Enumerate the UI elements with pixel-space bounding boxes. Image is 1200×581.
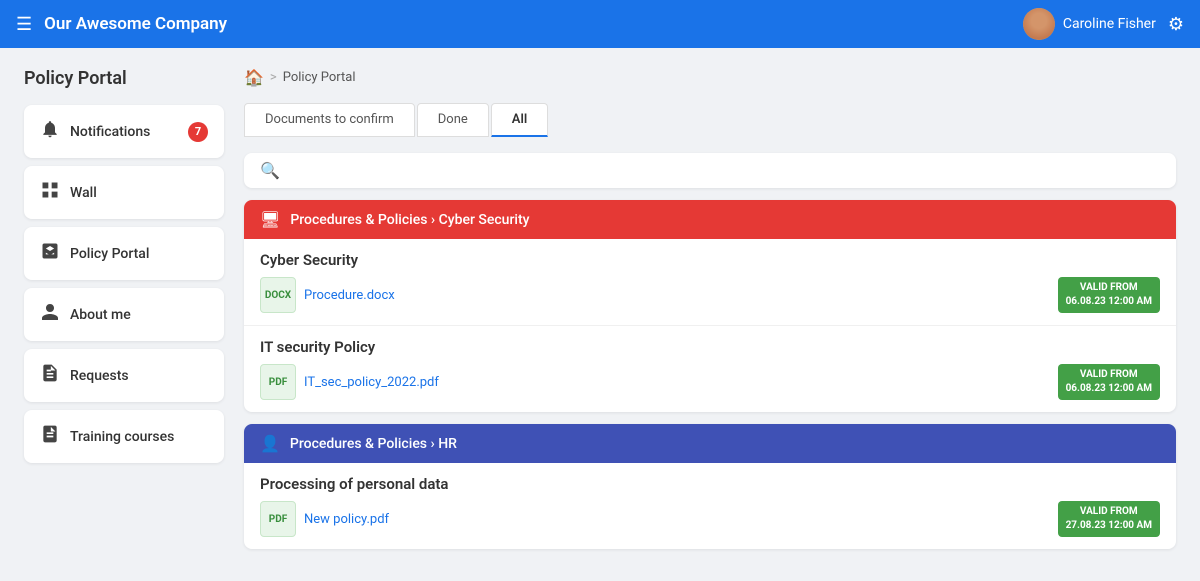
procedure-valid-badge: VALID FROM06.08.23 12:00 AM (1058, 277, 1160, 313)
main-container: Policy Portal Notifications 7 Wall Polic… (0, 48, 1200, 581)
breadcrumb-home-icon[interactable]: 🏠 (244, 68, 264, 87)
training-courses-label: Training courses (70, 429, 174, 445)
page-title: Policy Portal (24, 68, 224, 89)
policy-portal-label: Policy Portal (70, 246, 149, 262)
person-icon (40, 302, 60, 327)
hr-breadcrumb: Procedures & Policies › HR (290, 436, 457, 452)
hr-header-icon: 👤 (260, 434, 280, 453)
user-profile[interactable]: Caroline Fisher (1023, 8, 1156, 40)
notifications-label: Notifications (70, 124, 150, 140)
cyber-security-header-icon: 🖥 (260, 210, 280, 229)
it-security-file-row: PDF IT_sec_policy_2022.pdf VALID FROM06.… (260, 364, 1160, 400)
it-security-file-link[interactable]: IT_sec_policy_2022.pdf (304, 375, 439, 390)
personal-data-file-info: PDF New policy.pdf (260, 501, 389, 537)
content-area: 🏠 > Policy Portal Documents to confirm D… (244, 68, 1176, 561)
bell-icon (40, 119, 60, 144)
sidebar-item-training-courses[interactable]: Training courses (24, 410, 224, 463)
personal-data-item: Processing of personal data PDF New poli… (244, 463, 1176, 549)
it-security-file-info: PDF IT_sec_policy_2022.pdf (260, 364, 439, 400)
navbar-left: ☰ Our Awesome Company (16, 14, 227, 35)
it-security-item: IT security Policy PDF IT_sec_policy_202… (244, 326, 1176, 412)
notifications-badge: 7 (188, 122, 208, 142)
new-policy-file-link[interactable]: New policy.pdf (304, 512, 389, 527)
wall-label: Wall (70, 185, 97, 201)
breadcrumb: 🏠 > Policy Portal (244, 68, 1176, 87)
cyber-security-breadcrumb: Procedures & Policies › Cyber Security (290, 212, 529, 228)
user-name: Caroline Fisher (1063, 16, 1156, 32)
hr-section: 👤 Procedures & Policies › HR Processing … (244, 424, 1176, 549)
tab-done[interactable]: Done (417, 103, 489, 137)
requests-icon (40, 363, 60, 388)
search-icon: 🔍 (260, 161, 280, 180)
hr-header: 👤 Procedures & Policies › HR (244, 424, 1176, 463)
sidebar-item-wall[interactable]: Wall (24, 166, 224, 219)
cyber-security-section: 🖥 Procedures & Policies › Cyber Security… (244, 200, 1176, 412)
personal-data-file-row: PDF New policy.pdf VALID FROM27.08.23 12… (260, 501, 1160, 537)
breadcrumb-separator: > (270, 70, 277, 85)
tab-documents-to-confirm[interactable]: Documents to confirm (244, 103, 415, 137)
sidebar-item-policy-portal[interactable]: Policy Portal (24, 227, 224, 280)
procedure-file-link[interactable]: Procedure.docx (304, 288, 395, 303)
sidebar-item-about-me[interactable]: About me (24, 288, 224, 341)
it-security-title: IT security Policy (260, 338, 1160, 356)
avatar-image (1023, 8, 1055, 40)
tab-all[interactable]: All (491, 103, 548, 137)
new-policy-valid-badge: VALID FROM27.08.23 12:00 AM (1058, 501, 1160, 537)
cyber-security-title: Cyber Security (260, 251, 1160, 269)
sidebar-item-requests[interactable]: Requests (24, 349, 224, 402)
avatar (1023, 8, 1055, 40)
procedure-file-info: DOCX Procedure.docx (260, 277, 395, 313)
it-security-valid-badge: VALID FROM06.08.23 12:00 AM (1058, 364, 1160, 400)
pdf-icon-1: PDF (260, 364, 296, 400)
procedure-file-row: DOCX Procedure.docx VALID FROM06.08.23 1… (260, 277, 1160, 313)
left-panel: Policy Portal Notifications 7 Wall Polic… (24, 68, 224, 561)
tabs-bar: Documents to confirm Done All (244, 103, 1176, 137)
personal-data-title: Processing of personal data (260, 475, 1160, 493)
training-icon (40, 424, 60, 449)
search-input[interactable] (288, 163, 1160, 179)
policy-icon (40, 241, 60, 266)
breadcrumb-current: Policy Portal (283, 70, 356, 85)
app-title: Our Awesome Company (44, 14, 227, 34)
navbar: ☰ Our Awesome Company Caroline Fisher ⚙ (0, 0, 1200, 48)
pdf-icon-2: PDF (260, 501, 296, 537)
cyber-security-item: Cyber Security DOCX Procedure.docx VALID… (244, 239, 1176, 326)
settings-icon[interactable]: ⚙ (1168, 14, 1184, 35)
grid-icon (40, 180, 60, 205)
requests-label: Requests (70, 368, 129, 384)
docx-icon: DOCX (260, 277, 296, 313)
search-container: 🔍 (244, 153, 1176, 188)
sidebar-item-notifications[interactable]: Notifications 7 (24, 105, 224, 158)
cyber-security-header: 🖥 Procedures & Policies › Cyber Security (244, 200, 1176, 239)
navbar-right: Caroline Fisher ⚙ (1023, 8, 1184, 40)
hamburger-menu-icon[interactable]: ☰ (16, 14, 32, 35)
about-me-label: About me (70, 307, 131, 323)
